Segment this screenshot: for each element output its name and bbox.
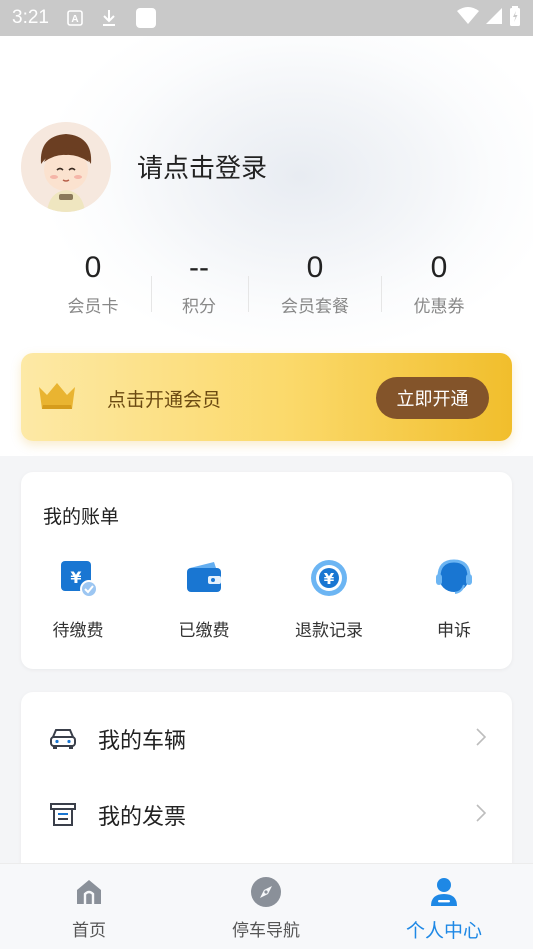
bills-title: 我的账单	[43, 506, 120, 528]
bill-label: 申诉	[437, 621, 471, 641]
stat-value: 0	[430, 251, 448, 284]
stats-row: 0 会员卡 -- 积分 0 会员套餐 0 优惠券	[0, 246, 533, 326]
stat-label: 会员套餐	[281, 297, 349, 317]
bill-paid[interactable]: 已缴费	[149, 558, 259, 641]
stat-label: 会员卡	[67, 297, 119, 317]
menu-my-invoices[interactable]: 我的发票	[21, 777, 512, 853]
app-notification-icon	[135, 7, 157, 29]
menu-my-vehicles[interactable]: 我的车辆	[21, 701, 512, 777]
bill-label: 退款记录	[295, 621, 363, 641]
stat-label: 优惠券	[413, 297, 465, 317]
svg-text:A: A	[71, 14, 78, 25]
bill-pending-payment[interactable]: ¥ 待缴费	[23, 558, 133, 641]
signal-icon	[485, 7, 503, 30]
svg-text:¥: ¥	[324, 570, 335, 588]
download-icon	[101, 9, 117, 27]
bill-refund-records[interactable]: ¥ 退款记录	[274, 558, 384, 641]
stat-value: 0	[306, 251, 324, 284]
user-icon	[428, 876, 460, 908]
stat-points[interactable]: -- 积分	[139, 246, 259, 317]
open-membership-button[interactable]: 立即开通	[376, 377, 489, 419]
bills-card: 我的账单 ¥ 待缴费 已缴费 ¥ 退款记录 申诉	[21, 472, 512, 669]
chevron-right-icon	[476, 727, 487, 752]
bill-label: 待缴费	[52, 621, 104, 641]
menu-card: 我的车辆 我的发票	[21, 692, 512, 892]
tab-label: 首页	[72, 921, 106, 941]
stat-divider	[248, 276, 249, 312]
menu-label: 我的车辆	[98, 729, 187, 754]
keyboard-a-icon: A	[67, 10, 83, 26]
compass-icon	[250, 876, 282, 908]
stat-coupons[interactable]: 0 优惠券	[379, 246, 499, 317]
member-banner[interactable]: 点击开通会员 立即开通	[21, 353, 512, 441]
customer-service-icon	[434, 558, 474, 598]
menu-label: 我的发票	[98, 805, 187, 830]
stat-member-card[interactable]: 0 会员卡	[33, 246, 153, 317]
member-banner-text: 点击开通会员	[107, 389, 222, 411]
wifi-icon	[457, 6, 479, 30]
crown-icon	[37, 381, 77, 415]
status-time: 3:21	[12, 7, 49, 28]
battery-icon	[509, 5, 521, 31]
tab-label: 个人中心	[405, 920, 482, 942]
stat-label: 积分	[182, 297, 216, 317]
home-icon	[73, 876, 105, 908]
invoice-icon	[49, 801, 77, 829]
tab-label: 停车导航	[232, 921, 300, 941]
tab-parking-navigation[interactable]: 停车导航	[196, 876, 336, 941]
bottom-tab-bar: 首页 停车导航 个人中心	[0, 863, 533, 949]
svg-text:¥: ¥	[70, 568, 81, 587]
login-prompt[interactable]: 请点击登录	[137, 148, 267, 185]
bill-appeal[interactable]: 申诉	[399, 558, 509, 641]
tab-personal-center[interactable]: 个人中心	[374, 876, 514, 943]
tab-home[interactable]: 首页	[19, 876, 159, 941]
chevron-right-icon	[476, 803, 487, 828]
stat-value: --	[189, 251, 209, 284]
wallet-icon	[184, 558, 224, 598]
avatar[interactable]	[21, 122, 111, 212]
stat-value: 0	[84, 251, 102, 284]
pending-payment-icon: ¥	[58, 558, 98, 598]
status-bar: 3:21 A	[0, 0, 533, 36]
stat-member-package[interactable]: 0 会员套餐	[255, 246, 375, 317]
refund-icon: ¥	[309, 558, 349, 598]
bill-label: 已缴费	[178, 621, 230, 641]
car-icon	[49, 725, 77, 753]
